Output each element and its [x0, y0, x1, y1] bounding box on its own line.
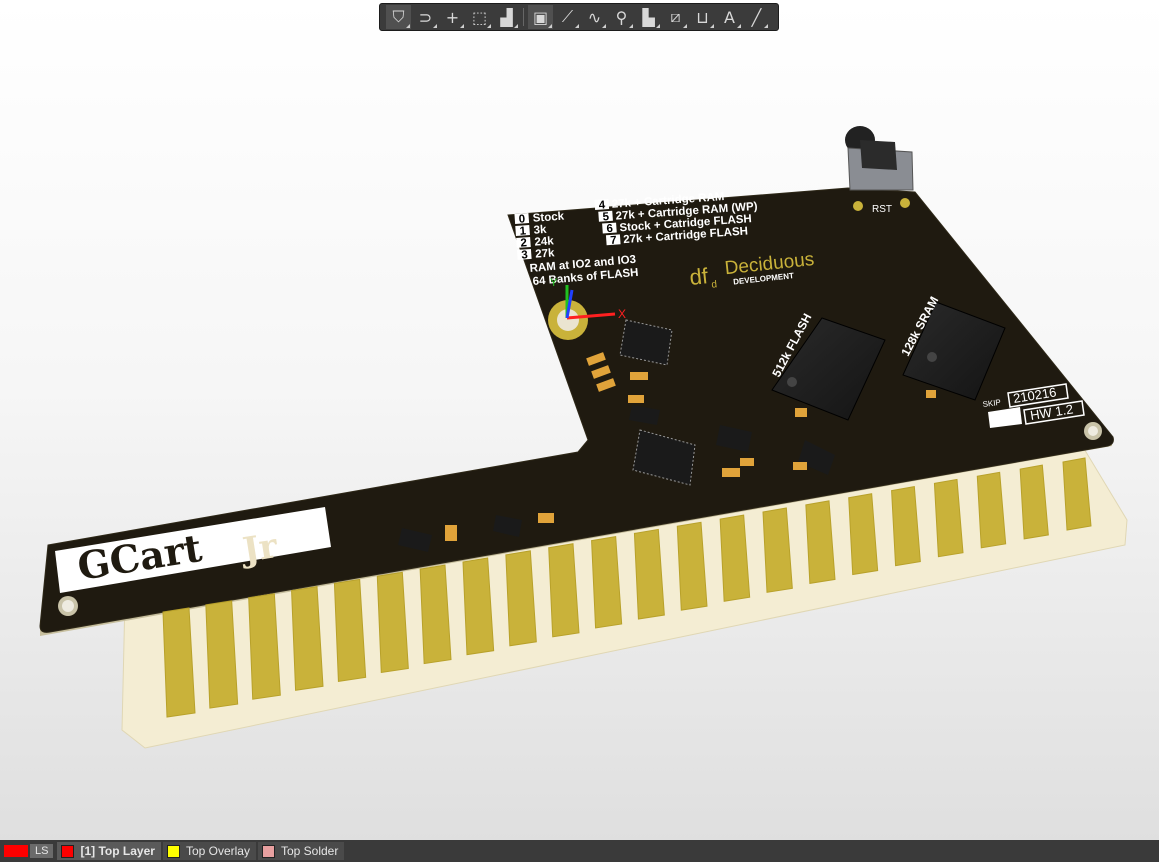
toolbar-separator — [523, 8, 524, 26]
svg-text:Y: Y — [550, 277, 558, 289]
layer-status-bar: LS [1] Top Layer Top Overlay Top Solder — [0, 840, 1159, 862]
text-button[interactable]: A — [717, 5, 742, 29]
filter-icon: ⛉ — [392, 7, 405, 26]
diff-pair-icon: ∿ — [587, 7, 602, 27]
gold-finger — [333, 578, 367, 682]
gold-finger — [205, 600, 239, 709]
layer-tab-top-solder[interactable]: Top Solder — [257, 842, 345, 860]
route-icon: ⟋ — [561, 7, 574, 26]
gold-finger — [419, 564, 452, 665]
text-icon: A — [724, 7, 735, 27]
layer-tab-label: Top Overlay — [185, 844, 250, 858]
current-layer-swatch — [4, 845, 28, 857]
gold-finger — [291, 585, 324, 691]
dropdown-indicator-icon — [406, 24, 410, 28]
pcb-3d-viewport[interactable]: GCart Jr 0 Stock 1 3k 2 24k 3 27k 4 27k … — [0, 0, 1159, 840]
gold-finger — [462, 557, 495, 656]
graph-icon: ⧄ — [670, 7, 681, 26]
dropdown-indicator-icon — [764, 24, 768, 28]
svg-text:2: 2 — [520, 237, 527, 249]
via-button[interactable]: ⚲ — [609, 5, 634, 29]
layer-tab-label: Top Solder — [280, 844, 339, 858]
diff-pair-button[interactable]: ∿ — [582, 5, 607, 29]
dropdown-indicator-icon — [602, 24, 606, 28]
align-button[interactable]: ▟ — [494, 5, 519, 29]
svg-text:X: X — [618, 307, 626, 321]
layer-color-swatch — [261, 844, 275, 858]
svg-text:d: d — [711, 279, 718, 291]
magnet-button[interactable]: ⊃ — [413, 5, 438, 29]
filter-button[interactable]: ⛉ — [386, 5, 411, 29]
dropdown-indicator-icon — [629, 24, 633, 28]
svg-text:0: 0 — [518, 213, 525, 225]
graph-button[interactable]: ⧄ — [663, 5, 688, 29]
route-button[interactable]: ⟋ — [555, 5, 580, 29]
svg-text:3k: 3k — [533, 224, 547, 237]
layer-set-button[interactable]: LS — [4, 844, 54, 858]
dropdown-indicator-icon — [514, 24, 518, 28]
cross-icon: + — [445, 7, 460, 27]
via-icon: ⚲ — [615, 7, 628, 27]
layer-color-swatch — [61, 844, 75, 858]
dropdown-indicator-icon — [710, 24, 714, 28]
svg-text:27k: 27k — [535, 247, 556, 260]
layer-set-label: LS — [30, 844, 54, 858]
dropdown-indicator-icon — [656, 24, 660, 28]
polygon-icon: ▙ — [642, 7, 655, 27]
line-button[interactable]: ╱ — [744, 5, 769, 29]
cross-button[interactable]: + — [440, 5, 465, 29]
layer-tab-top-overlay[interactable]: Top Overlay — [162, 842, 256, 860]
mount-hole — [1088, 426, 1098, 436]
layer-tab-label: [1] Top Layer — [80, 844, 155, 858]
magnet-icon: ⊃ — [418, 7, 433, 27]
gold-finger — [248, 593, 281, 700]
layer-tab-top-layer[interactable]: [1] Top Layer — [57, 842, 161, 860]
svg-text:RST: RST — [872, 204, 892, 215]
gold-finger — [376, 571, 409, 674]
dimension-button[interactable]: ⊔ — [690, 5, 715, 29]
dropdown-indicator-icon — [548, 24, 552, 28]
dropdown-indicator-icon — [575, 24, 579, 28]
polygon-button[interactable]: ▙ — [636, 5, 661, 29]
view-toolbar: ⛉ ⊃ + ⬚ ▟ ▣ ⟋ ∿ ⚲ ▙ ⧄ ⊔ A ╱ — [379, 3, 779, 31]
svg-text:Stock: Stock — [532, 211, 565, 225]
dropdown-indicator-icon — [737, 24, 741, 28]
select-rect-button[interactable]: ⬚ — [467, 5, 492, 29]
svg-text:6: 6 — [606, 223, 613, 235]
line-icon: ╱ — [751, 7, 762, 27]
dimension-icon: ⊔ — [696, 7, 709, 27]
align-icon: ▟ — [500, 7, 513, 27]
svg-text:3: 3 — [521, 249, 528, 261]
svg-text:7: 7 — [610, 235, 617, 247]
dropdown-indicator-icon — [433, 24, 437, 28]
select-rect-icon: ⬚ — [471, 7, 488, 27]
svg-text:df: df — [688, 263, 710, 290]
component-icon: ▣ — [532, 7, 549, 27]
gold-finger — [162, 607, 196, 718]
dropdown-indicator-icon — [460, 24, 464, 28]
layer-color-swatch — [166, 844, 180, 858]
gold-finger — [505, 550, 537, 647]
mount-hole — [62, 600, 74, 612]
dropdown-indicator-icon — [683, 24, 687, 28]
dropdown-indicator-icon — [487, 24, 491, 28]
component-button[interactable]: ▣ — [528, 5, 553, 29]
